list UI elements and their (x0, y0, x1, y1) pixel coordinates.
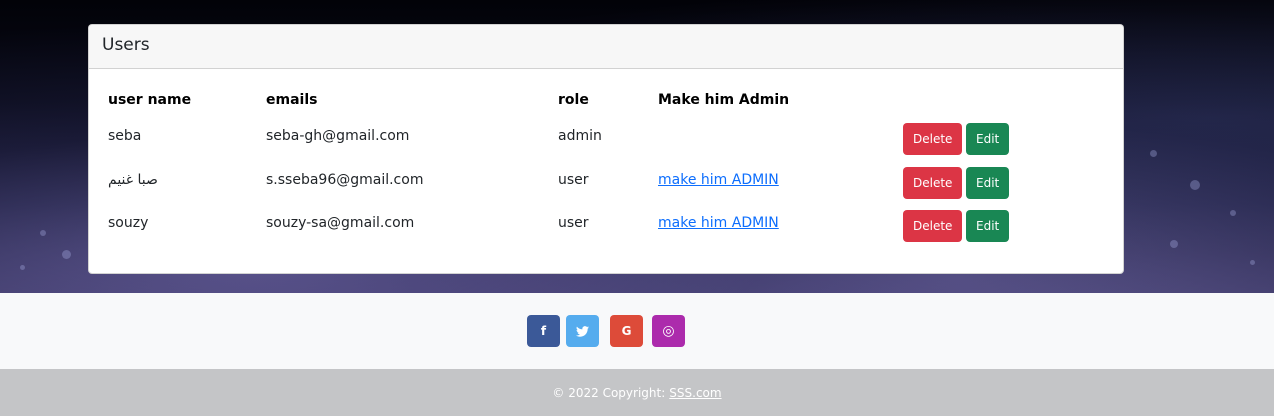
facebook-icon[interactable]: f (527, 315, 560, 347)
cell-role: admin (558, 128, 602, 144)
bokeh-dot (1190, 180, 1200, 190)
make-admin-link[interactable]: make him ADMIN (658, 172, 779, 188)
users-card: Users user name emails role Make him Adm… (88, 24, 1124, 274)
bokeh-dot (62, 250, 71, 259)
instagram-icon[interactable]: ◎ (652, 315, 685, 347)
card-title: Users (89, 25, 1123, 69)
cell-role: user (558, 172, 589, 188)
header-emails: emails (266, 92, 318, 108)
header-user-name: user name (108, 92, 192, 108)
make-admin-link[interactable]: make him ADMIN (658, 215, 779, 231)
twitter-icon[interactable] (566, 315, 599, 347)
users-table: user name emails role Make him Admin seb… (89, 69, 1123, 273)
cell-email: s.sseba96@gmail.com (266, 172, 424, 188)
edit-button[interactable]: Edit (966, 167, 1009, 199)
edit-button[interactable]: Edit (966, 210, 1009, 242)
header-role: role (558, 92, 589, 108)
edit-button[interactable]: Edit (966, 123, 1009, 155)
twitter-icon (576, 325, 589, 337)
cell-user-name: صبا غنيم (108, 172, 158, 188)
bokeh-dot (1250, 260, 1255, 265)
cell-user-name: seba (108, 128, 142, 144)
cell-email: seba-gh@gmail.com (266, 128, 410, 144)
delete-button[interactable]: Delete (903, 210, 962, 242)
bokeh-dot (20, 265, 25, 270)
footer-bar: © 2022 Copyright: SSS.com (0, 369, 1274, 416)
bokeh-dot (1230, 210, 1236, 216)
bokeh-dot (1150, 150, 1157, 157)
bokeh-dot (40, 230, 46, 236)
cell-user-name: souzy (108, 215, 149, 231)
footer-link[interactable]: SSS.com (669, 386, 721, 400)
header-make-admin: Make him Admin (658, 92, 790, 108)
cell-email: souzy-sa@gmail.com (266, 215, 415, 231)
copyright-text: © 2022 Copyright: (552, 385, 666, 400)
bokeh-dot (1170, 240, 1178, 248)
delete-button[interactable]: Delete (903, 123, 962, 155)
cell-role: user (558, 215, 589, 231)
delete-button[interactable]: Delete (903, 167, 962, 199)
google-icon[interactable]: G (610, 315, 643, 347)
